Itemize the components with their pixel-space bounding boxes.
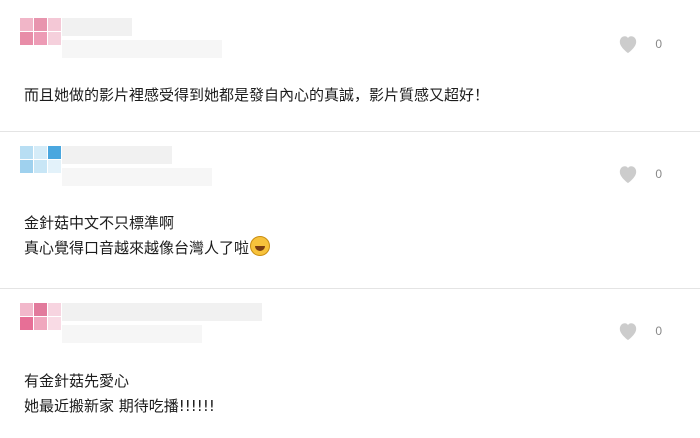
- avatar-tile: [20, 303, 33, 316]
- laughing-emoji-icon: [250, 236, 271, 256]
- comment-1: 0 而且她做的影片裡感受得到她都是發自內心的真誠，影片質感又超好！: [0, 0, 700, 130]
- like-count: 0: [655, 37, 662, 51]
- avatar-tile: [20, 317, 33, 330]
- heart-icon[interactable]: [617, 164, 639, 184]
- timestamp-redacted: [62, 40, 222, 58]
- like-count: 0: [655, 167, 662, 181]
- avatar-tile: [20, 146, 33, 159]
- comment-text: 有金針菇先愛心 她最近搬新家 期待吃播!!!!!!: [24, 369, 215, 419]
- avatar-tile: [20, 32, 33, 45]
- avatar-tile: [48, 160, 61, 173]
- avatar[interactable]: [20, 303, 61, 343]
- like-control[interactable]: 0: [592, 162, 662, 186]
- avatar[interactable]: [20, 146, 61, 186]
- avatar-tile: [20, 160, 33, 173]
- heart-icon[interactable]: [617, 321, 639, 341]
- username-redacted: [62, 18, 132, 36]
- comment-line: 金針菇中文不只標準啊: [24, 214, 175, 232]
- comment-line: 她最近搬新家 期待吃播!!!!!!: [24, 397, 215, 415]
- avatar-tile: [48, 303, 61, 316]
- comment-line: 真心覺得口音越來越像台灣人了啦: [24, 239, 250, 257]
- like-count: 0: [655, 324, 662, 338]
- avatar-tile: [34, 32, 47, 45]
- heart-icon[interactable]: [617, 34, 639, 54]
- username-redacted: [62, 146, 172, 164]
- comment-line: 有金針菇先愛心: [24, 372, 130, 390]
- comment-text: 金針菇中文不只標準啊 真心覺得口音越來越像台灣人了啦: [24, 211, 271, 261]
- avatar-tile: [48, 146, 61, 159]
- avatar-tile: [34, 317, 47, 330]
- avatar[interactable]: [20, 18, 61, 58]
- username-redacted: [62, 303, 262, 321]
- avatar-tile: [48, 32, 61, 45]
- avatar-tile: [34, 160, 47, 173]
- comment-line: 而且她做的影片裡感受得到她都是發自內心的真誠，影片質感又超好！: [24, 86, 490, 104]
- comment-3: 0 有金針菇先愛心 她最近搬新家 期待吃播!!!!!!: [0, 289, 700, 438]
- avatar-tile: [48, 18, 61, 31]
- avatar-tile: [34, 18, 47, 31]
- comment-text: 而且她做的影片裡感受得到她都是發自內心的真誠，影片質感又超好！: [24, 83, 489, 108]
- like-control[interactable]: 0: [592, 32, 662, 56]
- comment-2: 0 金針菇中文不只標準啊 真心覺得口音越來越像台灣人了啦: [0, 132, 700, 287]
- timestamp-redacted: [62, 325, 202, 343]
- like-control[interactable]: 0: [592, 319, 662, 343]
- avatar-tile: [34, 303, 47, 316]
- avatar-tile: [20, 18, 33, 31]
- avatar-tile: [34, 146, 47, 159]
- timestamp-redacted: [62, 168, 212, 186]
- avatar-tile: [48, 317, 61, 330]
